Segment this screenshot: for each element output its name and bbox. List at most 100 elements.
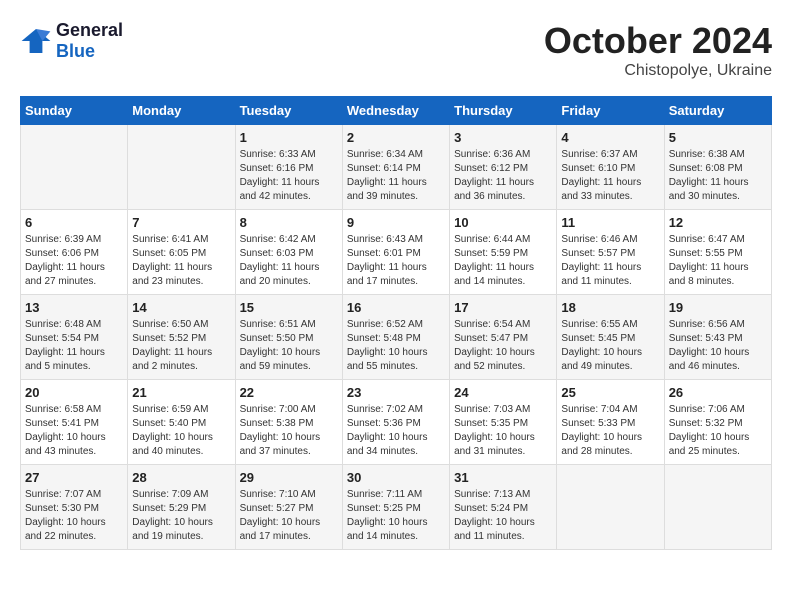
day-cell: 30 Sunrise: 7:11 AM Sunset: 5:25 PM Dayli… [342,465,449,550]
day-info: Sunrise: 6:51 AM Sunset: 5:50 PM Dayligh… [240,318,338,374]
location: Chistopolye, Ukraine [544,62,772,80]
day-cell: 18 Sunrise: 6:55 AM Sunset: 5:45 PM Dayli… [557,295,664,380]
day-number: 12 [669,215,767,230]
day-info: Sunrise: 6:56 AM Sunset: 5:43 PM Dayligh… [669,318,767,374]
day-number: 14 [132,300,230,315]
day-info: Sunrise: 6:42 AM Sunset: 6:03 PM Dayligh… [240,233,338,289]
day-number: 11 [561,215,659,230]
week-row-0: 1Sunrise: 6:33 AM Sunset: 6:16 PM Daylig… [21,125,772,210]
day-cell: 13 Sunrise: 6:48 AM Sunset: 5:54 PM Dayli… [21,295,128,380]
day-info: Sunrise: 7:13 AM Sunset: 5:24 PM Dayligh… [454,488,552,544]
day-number: 16 [347,300,445,315]
day-cell: 24Sunrise: 7:03 AM Sunset: 5:35 PM Dayli… [450,380,557,465]
day-cell: 17 Sunrise: 6:54 AM Sunset: 5:47 PM Dayli… [450,295,557,380]
day-number: 27 [25,470,123,485]
day-cell: 10 Sunrise: 6:44 AM Sunset: 5:59 PM Dayli… [450,210,557,295]
day-cell: 3 Sunrise: 6:36 AM Sunset: 6:12 PM Daylig… [450,125,557,210]
day-info: Sunrise: 6:41 AM Sunset: 6:05 PM Dayligh… [132,233,230,289]
day-cell: 8 Sunrise: 6:42 AM Sunset: 6:03 PM Daylig… [235,210,342,295]
header-cell-saturday: Saturday [664,97,771,125]
day-cell: 23 Sunrise: 7:02 AM Sunset: 5:36 PM Dayli… [342,380,449,465]
week-row-4: 27 Sunrise: 7:07 AM Sunset: 5:30 PM Dayli… [21,465,772,550]
week-row-1: 6 Sunrise: 6:39 AM Sunset: 6:06 PM Daylig… [21,210,772,295]
day-number: 5 [669,130,767,145]
logo-text: General Blue [56,20,123,62]
day-cell: 1Sunrise: 6:33 AM Sunset: 6:16 PM Daylig… [235,125,342,210]
day-cell [664,465,771,550]
day-cell: 15 Sunrise: 6:51 AM Sunset: 5:50 PM Dayli… [235,295,342,380]
day-info: Sunrise: 6:54 AM Sunset: 5:47 PM Dayligh… [454,318,552,374]
day-number: 18 [561,300,659,315]
day-number: 1 [240,130,338,145]
day-info: Sunrise: 7:11 AM Sunset: 5:25 PM Dayligh… [347,488,445,544]
logo-icon [20,25,52,57]
day-number: 2 [347,130,445,145]
day-info: Sunrise: 6:38 AM Sunset: 6:08 PM Dayligh… [669,148,767,204]
day-number: 4 [561,130,659,145]
day-cell: 6 Sunrise: 6:39 AM Sunset: 6:06 PM Daylig… [21,210,128,295]
day-info: Sunrise: 7:06 AM Sunset: 5:32 PM Dayligh… [669,403,767,459]
day-cell: 28 Sunrise: 7:09 AM Sunset: 5:29 PM Dayli… [128,465,235,550]
day-info: Sunrise: 7:07 AM Sunset: 5:30 PM Dayligh… [25,488,123,544]
day-number: 10 [454,215,552,230]
day-cell [128,125,235,210]
day-number: 26 [669,385,767,400]
day-cell: 16 Sunrise: 6:52 AM Sunset: 5:48 PM Dayli… [342,295,449,380]
day-number: 3 [454,130,552,145]
day-cell: 26 Sunrise: 7:06 AM Sunset: 5:32 PM Dayli… [664,380,771,465]
day-number: 30 [347,470,445,485]
day-number: 23 [347,385,445,400]
day-number: 25 [561,385,659,400]
day-number: 20 [25,385,123,400]
day-cell: 29Sunrise: 7:10 AM Sunset: 5:27 PM Dayli… [235,465,342,550]
page-header: General Blue October 2024 Chistopolye, U… [20,20,772,80]
month-title: October 2024 [544,20,772,62]
day-number: 6 [25,215,123,230]
day-number: 29 [240,470,338,485]
day-info: Sunrise: 6:39 AM Sunset: 6:06 PM Dayligh… [25,233,123,289]
calendar-table: SundayMondayTuesdayWednesdayThursdayFrid… [20,96,772,550]
day-number: 17 [454,300,552,315]
day-info: Sunrise: 6:34 AM Sunset: 6:14 PM Dayligh… [347,148,445,204]
day-info: Sunrise: 7:09 AM Sunset: 5:29 PM Dayligh… [132,488,230,544]
day-number: 24 [454,385,552,400]
day-number: 28 [132,470,230,485]
week-row-2: 13 Sunrise: 6:48 AM Sunset: 5:54 PM Dayli… [21,295,772,380]
day-number: 21 [132,385,230,400]
day-info: Sunrise: 6:58 AM Sunset: 5:41 PM Dayligh… [25,403,123,459]
day-number: 8 [240,215,338,230]
day-cell: 2 Sunrise: 6:34 AM Sunset: 6:14 PM Daylig… [342,125,449,210]
day-cell: 21 Sunrise: 6:59 AM Sunset: 5:40 PM Dayli… [128,380,235,465]
title-block: October 2024 Chistopolye, Ukraine [544,20,772,80]
day-cell: 31Sunrise: 7:13 AM Sunset: 5:24 PM Dayli… [450,465,557,550]
header-cell-thursday: Thursday [450,97,557,125]
day-info: Sunrise: 6:43 AM Sunset: 6:01 PM Dayligh… [347,233,445,289]
day-info: Sunrise: 6:37 AM Sunset: 6:10 PM Dayligh… [561,148,659,204]
day-number: 15 [240,300,338,315]
day-cell: 14 Sunrise: 6:50 AM Sunset: 5:52 PM Dayli… [128,295,235,380]
day-info: Sunrise: 6:52 AM Sunset: 5:48 PM Dayligh… [347,318,445,374]
day-number: 13 [25,300,123,315]
logo: General Blue [20,20,123,62]
day-cell: 4 Sunrise: 6:37 AM Sunset: 6:10 PM Daylig… [557,125,664,210]
day-info: Sunrise: 6:47 AM Sunset: 5:55 PM Dayligh… [669,233,767,289]
day-info: Sunrise: 6:59 AM Sunset: 5:40 PM Dayligh… [132,403,230,459]
day-cell: 20 Sunrise: 6:58 AM Sunset: 5:41 PM Dayli… [21,380,128,465]
day-info: Sunrise: 6:50 AM Sunset: 5:52 PM Dayligh… [132,318,230,374]
day-cell: 9 Sunrise: 6:43 AM Sunset: 6:01 PM Daylig… [342,210,449,295]
day-info: Sunrise: 6:55 AM Sunset: 5:45 PM Dayligh… [561,318,659,374]
day-number: 19 [669,300,767,315]
day-number: 9 [347,215,445,230]
day-cell: 25Sunrise: 7:04 AM Sunset: 5:33 PM Dayli… [557,380,664,465]
header-cell-monday: Monday [128,97,235,125]
header-cell-tuesday: Tuesday [235,97,342,125]
header-cell-sunday: Sunday [21,97,128,125]
day-info: Sunrise: 7:02 AM Sunset: 5:36 PM Dayligh… [347,403,445,459]
day-info: Sunrise: 6:36 AM Sunset: 6:12 PM Dayligh… [454,148,552,204]
day-cell: 12 Sunrise: 6:47 AM Sunset: 5:55 PM Dayli… [664,210,771,295]
day-info: Sunrise: 6:48 AM Sunset: 5:54 PM Dayligh… [25,318,123,374]
day-info: Sunrise: 6:44 AM Sunset: 5:59 PM Dayligh… [454,233,552,289]
day-number: 7 [132,215,230,230]
day-info: Sunrise: 7:00 AM Sunset: 5:38 PM Dayligh… [240,403,338,459]
header-cell-friday: Friday [557,97,664,125]
